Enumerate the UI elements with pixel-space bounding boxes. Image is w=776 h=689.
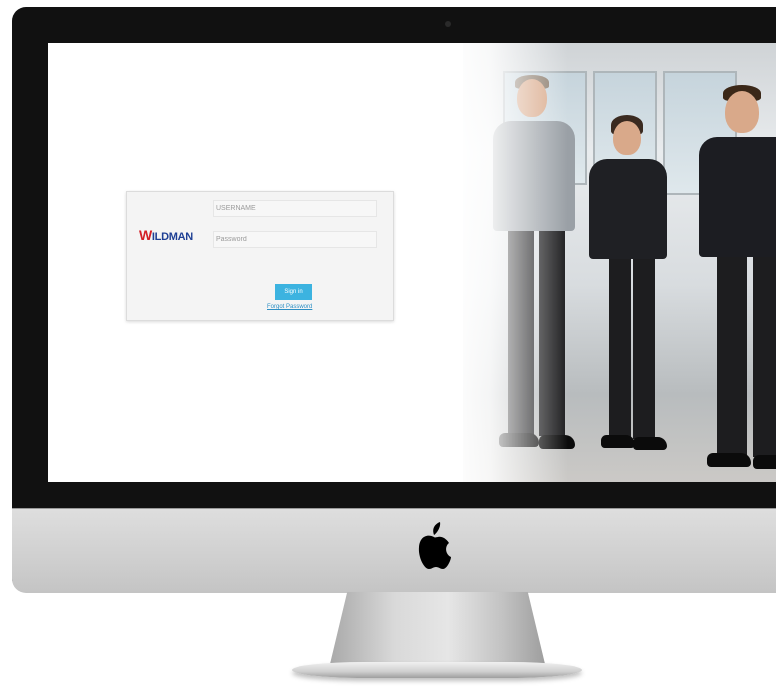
photo-fade: [448, 43, 568, 482]
apple-icon: [418, 522, 451, 569]
password-input[interactable]: [213, 231, 377, 248]
imac-stand: [330, 592, 545, 664]
imac-stand-base: [292, 662, 582, 678]
sign-in-button[interactable]: Sign in: [275, 284, 312, 300]
forgot-password-link[interactable]: Forgot Password: [267, 304, 312, 310]
camera-icon: [445, 21, 451, 27]
imac-chin: [12, 508, 776, 593]
username-input[interactable]: [213, 200, 377, 217]
wildman-logo: WILDMAN: [139, 227, 193, 243]
login-screen: WILDMAN Sign in Forgot Password: [48, 43, 776, 482]
login-card: WILDMAN Sign in Forgot Password: [126, 191, 394, 321]
